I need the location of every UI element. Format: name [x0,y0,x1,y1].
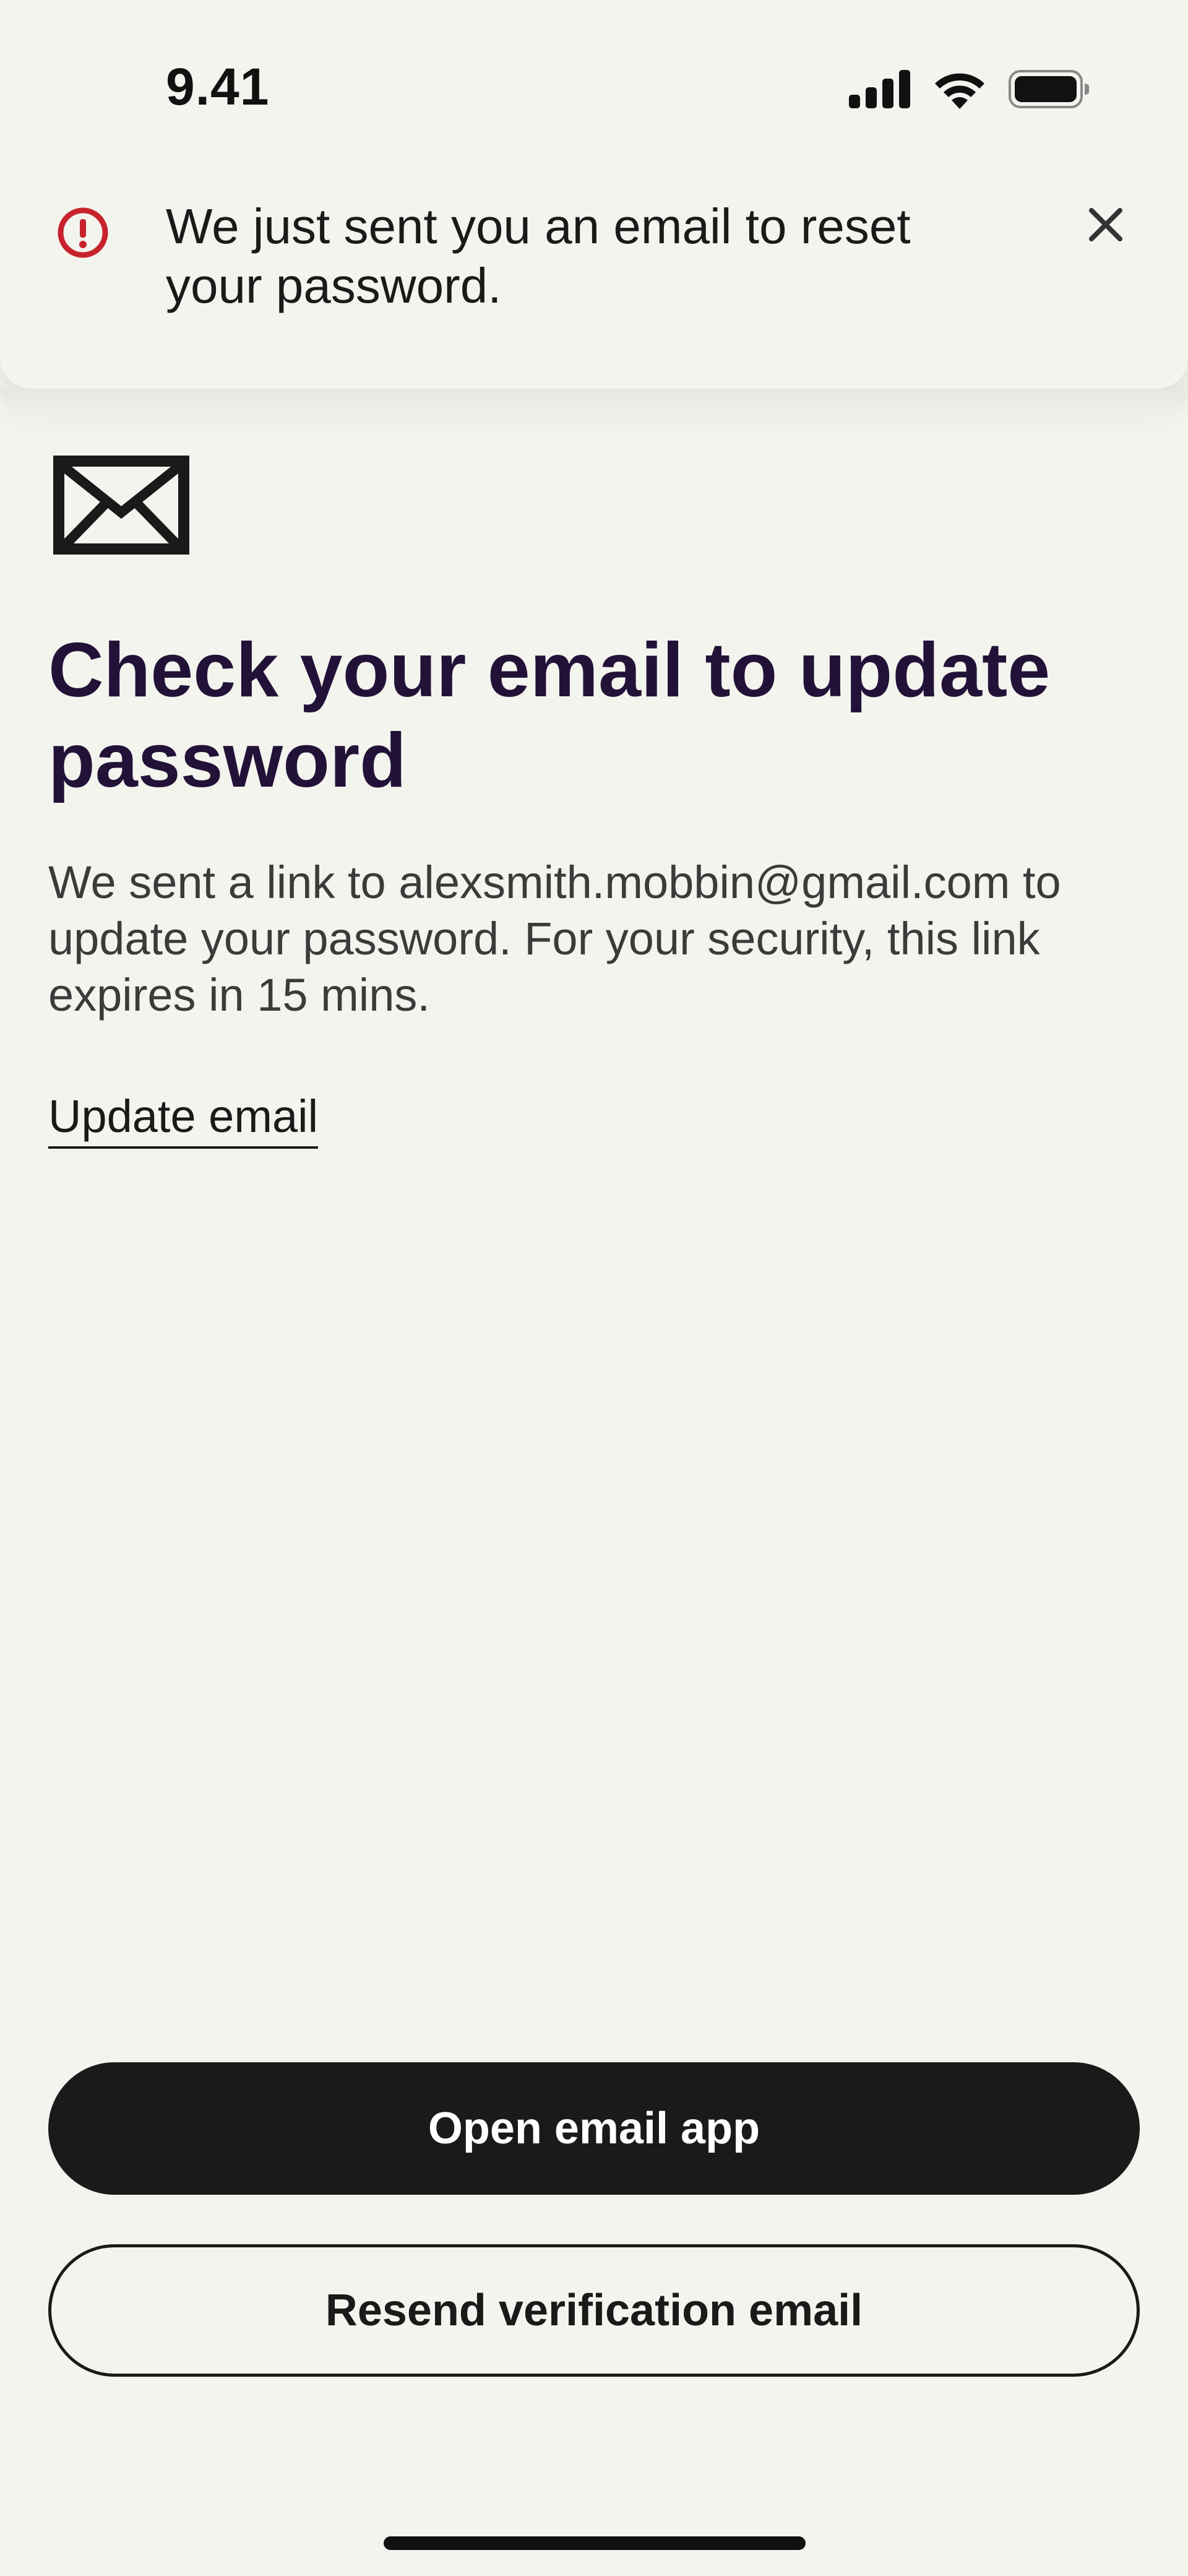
alert-circle-icon [58,207,108,258]
update-email-link[interactable]: Update email [48,1088,319,1149]
description-text: We sent a link to alexsmith.mobbin@gmail… [48,857,1061,1021]
resend-verification-email-button[interactable]: Resend verification email [48,2244,1140,2377]
open-email-app-button[interactable]: Open email app [48,2062,1140,2195]
envelope-icon [53,456,189,555]
cellular-signal-icon [849,70,910,108]
toast-message: We just sent you an email to reset your … [166,199,911,313]
toast-shadow-band [0,389,1188,426]
status-bar: 9.41 [0,0,1188,155]
battery-icon [1009,70,1089,108]
page-title: Check your email to update password [48,628,1051,803]
wifi-icon [935,73,984,109]
status-icons [849,64,1089,114]
close-icon[interactable] [1083,202,1129,248]
toast-banner: 9.41 We just sent you an email to reset … [0,0,1188,389]
home-indicator [384,2536,806,2550]
status-time: 9.41 [166,58,270,116]
